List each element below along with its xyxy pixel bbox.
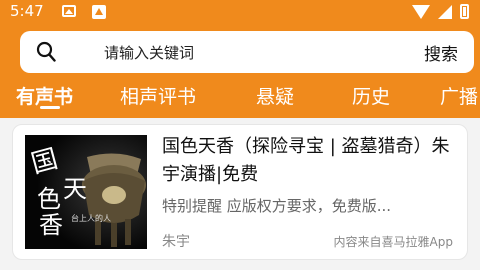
- photo-icon: [62, 5, 76, 17]
- cover-char-3: 天: [63, 175, 87, 203]
- search-button[interactable]: 搜索: [424, 40, 458, 65]
- signal-icon: [438, 5, 452, 19]
- result-author: 朱宇: [162, 234, 190, 250]
- cover-subtitle: 台上人的人: [71, 214, 111, 223]
- search-input[interactable]: 请输入关键词: [104, 42, 194, 63]
- tab-history[interactable]: 历史: [352, 82, 390, 109]
- status-time: 5:47: [10, 2, 44, 20]
- wifi-icon: [412, 5, 430, 19]
- result-source: 内容来自喜马拉雅App: [333, 235, 453, 249]
- result-title[interactable]: 国色天香（探险寻宝 | 盗墓猎奇）朱宇演播|免费: [162, 133, 452, 189]
- status-bar: 5:47: [0, 0, 480, 24]
- result-card[interactable]: 国 色 天 香 台上人的人 国色天香（探险寻宝 | 盗墓猎奇）朱宇演播|免费 特…: [12, 124, 468, 260]
- cover-char-4: 香: [39, 211, 63, 239]
- search-bar[interactable]: 请输入关键词 搜索: [20, 31, 474, 73]
- tab-suspense[interactable]: 悬疑: [256, 82, 294, 109]
- active-tab-indicator: [40, 106, 60, 109]
- category-tabs: 有声书 相声评书 悬疑 历史 广播: [0, 78, 480, 118]
- tab-crosstalk-storytelling[interactable]: 相声评书: [120, 82, 196, 109]
- tab-audiobooks[interactable]: 有声书: [16, 82, 73, 109]
- result-description: 特别提醒 应版权方要求，免费版...: [162, 197, 392, 215]
- search-icon[interactable]: [36, 41, 56, 63]
- battery-icon: [460, 4, 469, 19]
- tab-broadcast[interactable]: 广播: [440, 82, 478, 109]
- warning-icon: [92, 5, 106, 19]
